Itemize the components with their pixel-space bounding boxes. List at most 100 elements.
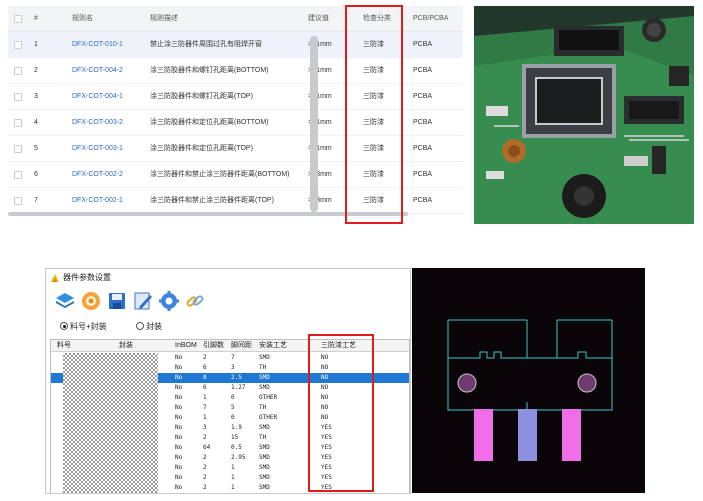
edit-icon[interactable] (132, 290, 154, 312)
rule-description: 涂三防胶器件和定位孔距离(TOP) (150, 145, 253, 152)
gear-icon[interactable] (158, 290, 180, 312)
col-pin-pitch[interactable]: 脚间距 (231, 340, 252, 352)
rule-name-link[interactable]: DFX-COT-003-2 (72, 110, 123, 136)
category-column-highlight (345, 5, 403, 224)
cell-pin-pitch: 1.27 (231, 384, 246, 391)
cell-pin-count: 8 (203, 374, 207, 381)
rule-number: 7 (34, 197, 38, 204)
cell-pin-pitch: 15 (231, 434, 239, 441)
col-pin-count[interactable]: 引脚数 (203, 340, 224, 352)
radio-package-label: 封装 (146, 322, 162, 331)
cell-pin-pitch: 1 (231, 474, 235, 481)
cell-pin-count: 2 (203, 474, 207, 481)
pad-right (562, 409, 581, 461)
component-footprint-view (412, 268, 645, 493)
header-pcb: PCB/PCBA (413, 15, 449, 22)
rule-number: 3 (34, 93, 38, 100)
cell-pin-pitch: 1 (231, 484, 235, 491)
row-checkbox[interactable] (14, 119, 22, 127)
header-rule-name: 规则名 (72, 15, 93, 22)
cell-pin-pitch: 3 (231, 364, 235, 371)
radio-part-and-package-label: 料号+封装 (70, 322, 107, 331)
col-mount-process[interactable]: 安装工艺 (259, 340, 287, 352)
radio-part-and-package[interactable]: 料号+封装 (60, 321, 107, 333)
cell-inbom: No (175, 394, 183, 401)
header-rule-desc: 规则描述 (150, 15, 178, 22)
col-package[interactable]: 封装 (119, 340, 133, 352)
cell-pin-pitch: 5 (231, 404, 235, 411)
rule-pcb-type: PCBA (413, 197, 433, 204)
select-all-checkbox[interactable] (14, 15, 22, 23)
cell-inbom: No (175, 374, 183, 381)
rule-description: 涂三防器件和禁止涂三防器件距离(TOP) (150, 197, 274, 204)
rule-name-link[interactable]: DFX-COT-004-1 (72, 84, 123, 110)
cell-mount-process: SMD (259, 474, 270, 481)
cell-inbom: No (175, 474, 183, 481)
cell-mount-process: OTHER (259, 394, 278, 401)
radio-package[interactable]: 封装 (136, 321, 162, 333)
cell-mount-process: SMD (259, 444, 270, 451)
cell-mount-process: SMD (259, 454, 270, 461)
cell-mount-process: SMD (259, 484, 270, 491)
cell-inbom: No (175, 384, 183, 391)
row-checkbox[interactable] (14, 67, 22, 75)
cell-pin-pitch: 1.9 (231, 424, 242, 431)
dialog-toolbar (46, 289, 410, 315)
cell-mount-process: SMD (259, 424, 270, 431)
app-logo-icon (51, 274, 59, 282)
save-icon[interactable] (106, 290, 128, 312)
rule-name-link[interactable]: DFX-COT-010-1 (72, 32, 123, 58)
cell-pin-count: 3 (203, 424, 207, 431)
rule-number: 2 (34, 67, 38, 74)
rule-number: 5 (34, 145, 38, 152)
cell-mount-process: SMD (259, 384, 270, 391)
cell-pin-count: 1 (203, 414, 207, 421)
rule-name-link[interactable]: DFX-COT-002-2 (72, 162, 123, 188)
rule-pcb-type: PCBA (413, 67, 433, 74)
header-no: # (34, 15, 38, 22)
row-checkbox[interactable] (14, 145, 22, 153)
rule-description: 涂三防胶器件和定位孔距离(BOTTOM) (150, 119, 269, 126)
link-icon[interactable] (184, 290, 206, 312)
layers-icon[interactable] (54, 290, 76, 312)
cell-inbom: No (175, 434, 183, 441)
rule-pcb-type: PCBA (413, 214, 432, 216)
cell-inbom: No (175, 454, 183, 461)
row-checkbox[interactable] (14, 93, 22, 101)
cell-pin-count: 2 (203, 434, 207, 441)
rule-description: 禁止涂三防器件周围过孔有阻焊开窗 (150, 41, 262, 48)
row-checkbox[interactable] (14, 171, 22, 179)
mode-radio-group: 料号+封装 封装 (46, 319, 410, 335)
col-part-number[interactable]: 料号 (57, 340, 71, 352)
row-checkbox[interactable] (14, 197, 22, 205)
cell-pin-count: 2 (203, 454, 207, 461)
footprint-drawing (447, 319, 613, 461)
cell-pin-count: 2 (203, 484, 207, 491)
coating-column-highlight (308, 334, 374, 492)
rule-description: 涂三防胶器件和螺钉孔距离(BOTTOM) (150, 67, 269, 74)
cell-pin-count: 2 (203, 464, 207, 471)
rule-description: 涂三防胶器件和螺钉孔距离(TOP) (150, 93, 253, 100)
rule-name-link[interactable]: DFX-COT-003-1 (72, 136, 123, 162)
rule-number: 6 (34, 171, 38, 178)
vertical-scrollbar[interactable] (310, 36, 318, 212)
cell-mount-process: TH (259, 434, 267, 441)
cell-mount-process: TH (259, 364, 267, 371)
cell-pin-pitch: 0.5 (231, 444, 242, 451)
rule-name-link[interactable]: DFX-COT-002-1 (72, 188, 123, 214)
rule-name-link[interactable]: DFX-COT-004-2 (72, 58, 123, 84)
cell-inbom: No (175, 424, 183, 431)
screenshot-canvas: # 规则名 规则描述 建议值 检查分类 PCB/PCBA 1 DFX-COT-01… (0, 0, 703, 501)
rule-number: 1 (34, 41, 38, 48)
cell-inbom: No (175, 484, 183, 491)
cell-inbom: No (175, 364, 183, 371)
col-inbom[interactable]: InBOM (175, 340, 197, 352)
cell-mount-process: SMD (259, 464, 270, 471)
pad-left (474, 409, 493, 461)
rule-description: 涂三防器件和禁止涂三防器件距离(BOTTOM) (150, 171, 290, 178)
cell-pin-count: 2 (203, 354, 207, 361)
row-checkbox[interactable] (14, 41, 22, 49)
pad-center (518, 409, 537, 461)
cell-pin-pitch: 0 (231, 414, 235, 421)
chip-icon[interactable] (80, 290, 102, 312)
